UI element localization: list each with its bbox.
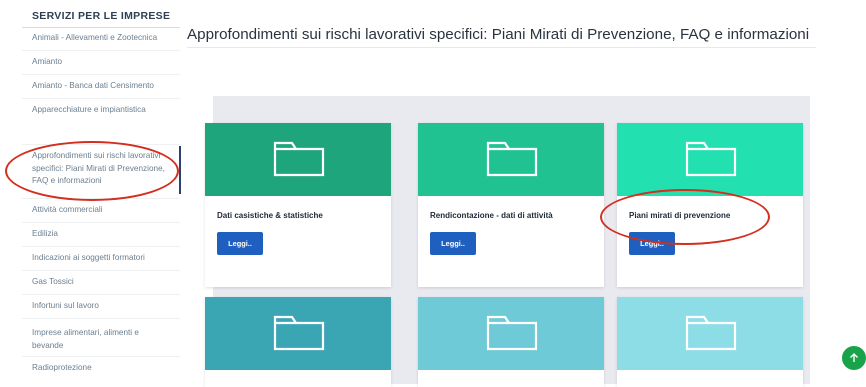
sidebar-item-animali[interactable]: Animali - Allevamenti e Zootecnica: [32, 32, 182, 45]
card-6[interactable]: [617, 297, 803, 387]
divider: [22, 222, 180, 223]
sidebar-item-apparecchiature[interactable]: Apparecchiature e impiantistica: [32, 104, 182, 117]
sidebar-item-attivita[interactable]: Attività commerciali: [32, 204, 182, 217]
card-header: [205, 123, 391, 196]
sidebar-item-amianto-banca[interactable]: Amianto - Banca dati Censimento: [32, 80, 182, 93]
read-button[interactable]: Leggi..: [430, 232, 476, 255]
annotation-circle: [600, 189, 770, 245]
folder-icon: [685, 315, 737, 351]
sidebar-item-infortuni[interactable]: Infortuni sul lavoro: [32, 300, 182, 313]
divider: [22, 294, 180, 295]
arrow-up-icon: [850, 353, 858, 362]
sidebar-item-imprese-alimentari[interactable]: Imprese alimentari, alimenti e bevande: [32, 327, 162, 352]
divider: [22, 318, 180, 319]
sidebar-item-gas-tossici[interactable]: Gas Tossici: [32, 276, 182, 289]
card-header: [617, 123, 803, 196]
page-title: Approfondimenti sui rischi lavorativi sp…: [187, 26, 810, 43]
card-header: [418, 297, 604, 370]
folder-icon: [685, 141, 737, 177]
divider: [22, 98, 180, 99]
card-dati-casistiche[interactable]: Dati casistiche & statistiche Leggi..: [205, 123, 391, 287]
card-header: [617, 297, 803, 370]
sidebar-item-edilizia[interactable]: Edilizia: [32, 228, 182, 241]
sidebar-item-radioprotezione[interactable]: Radioprotezione: [32, 362, 182, 375]
divider: [22, 74, 180, 75]
sidebar-item-amianto[interactable]: Amianto: [32, 56, 182, 69]
back-to-top-button[interactable]: [842, 346, 866, 370]
divider: [22, 50, 180, 51]
sidebar-item-indicazioni[interactable]: Indicazioni ai soggetti formatori: [32, 252, 182, 265]
folder-icon: [486, 315, 538, 351]
divider: [22, 27, 180, 28]
read-button[interactable]: Leggi..: [217, 232, 263, 255]
card-title: Rendicontazione - dati di attività: [430, 211, 553, 220]
folder-icon: [486, 141, 538, 177]
active-item-indicator: [179, 146, 181, 194]
folder-icon: [273, 141, 325, 177]
card-5[interactable]: [418, 297, 604, 387]
card-header: [205, 297, 391, 370]
folder-icon: [273, 315, 325, 351]
card-title: Dati casistiche & statistiche: [217, 211, 323, 220]
divider: [22, 356, 180, 357]
sidebar-title: SERVIZI PER LE IMPRESE: [32, 10, 171, 22]
divider: [22, 246, 180, 247]
annotation-circle: [5, 141, 179, 201]
card-4[interactable]: [205, 297, 391, 387]
divider: [187, 47, 816, 48]
card-header: [418, 123, 604, 196]
card-rendicontazione[interactable]: Rendicontazione - dati di attività Leggi…: [418, 123, 604, 287]
divider: [22, 270, 180, 271]
